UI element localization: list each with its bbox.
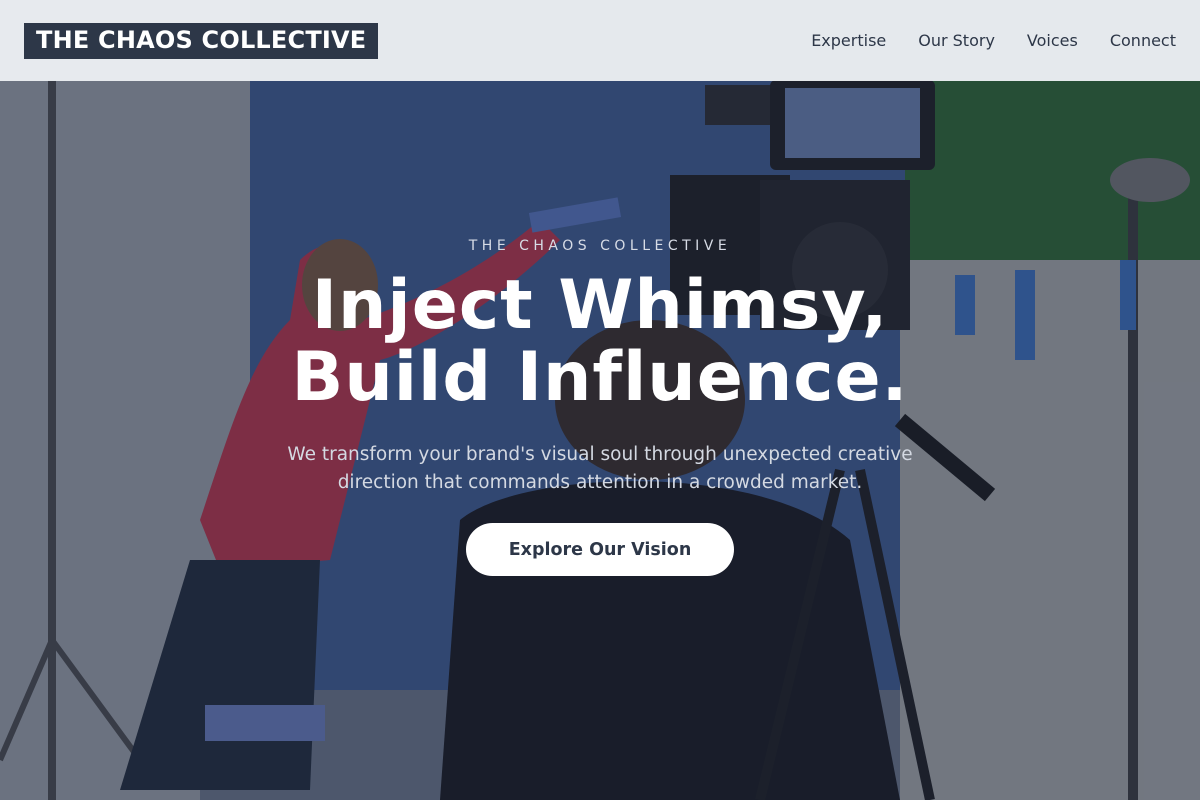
site-header: THE CHAOS COLLECTIVE Expertise Our Story… xyxy=(0,0,1200,81)
nav-link-expertise[interactable]: Expertise xyxy=(811,31,886,50)
hero-headline-line2: Build Influence. xyxy=(291,338,909,417)
nav-link-connect[interactable]: Connect xyxy=(1110,31,1176,50)
main-nav: Expertise Our Story Voices Connect xyxy=(779,31,1176,50)
hero-headline-line1: Inject Whimsy, xyxy=(311,266,889,345)
nav-link-our-story[interactable]: Our Story xyxy=(918,31,995,50)
hero-subtext: We transform your brand's visual soul th… xyxy=(287,444,913,493)
hero-headline: Inject Whimsy, Build Influence. xyxy=(0,270,1200,414)
hero-section: THE CHAOS COLLECTIVE Inject Whimsy, Buil… xyxy=(0,0,1200,800)
brand-logo[interactable]: THE CHAOS COLLECTIVE xyxy=(24,22,379,59)
explore-vision-button[interactable]: Explore Our Vision xyxy=(466,523,734,576)
hero-eyebrow: THE CHAOS COLLECTIVE xyxy=(468,238,732,254)
nav-link-voices[interactable]: Voices xyxy=(1027,31,1078,50)
